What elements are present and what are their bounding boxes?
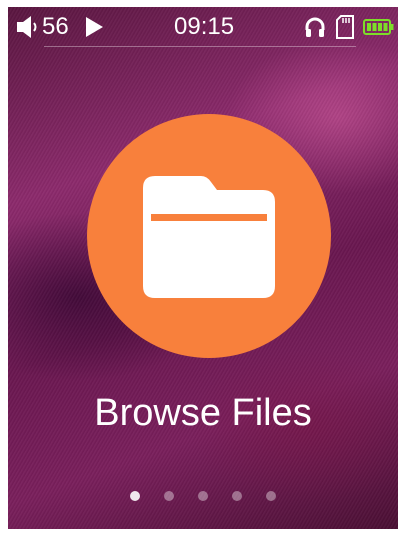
status-divider (44, 46, 356, 47)
play-icon (84, 16, 104, 38)
headphones-icon (304, 16, 326, 38)
sd-card-indicator (336, 7, 354, 47)
battery-indicator (363, 7, 395, 47)
status-bar: 56 09:15 (8, 7, 398, 47)
browse-files-button[interactable] (87, 114, 331, 358)
play-status (84, 7, 104, 47)
speaker-icon (16, 15, 42, 39)
headphones-indicator (304, 7, 326, 47)
player-screen: 56 09:15 Browse Files (8, 7, 398, 529)
battery-icon (363, 18, 395, 36)
volume-level: 56 (42, 13, 69, 40)
page-dot-1[interactable] (130, 491, 140, 501)
volume-indicator[interactable]: 56 (16, 7, 69, 47)
page-dot-5[interactable] (266, 491, 276, 501)
folder-icon (143, 176, 275, 298)
clock: 09:15 (174, 7, 234, 47)
app-label: Browse Files (94, 392, 312, 434)
page-indicator (8, 491, 398, 501)
page-dot-2[interactable] (164, 491, 174, 501)
page-dot-4[interactable] (232, 491, 242, 501)
time-text: 09:15 (174, 13, 235, 40)
page-dot-3[interactable] (198, 491, 208, 501)
sd-card-icon (336, 15, 354, 39)
